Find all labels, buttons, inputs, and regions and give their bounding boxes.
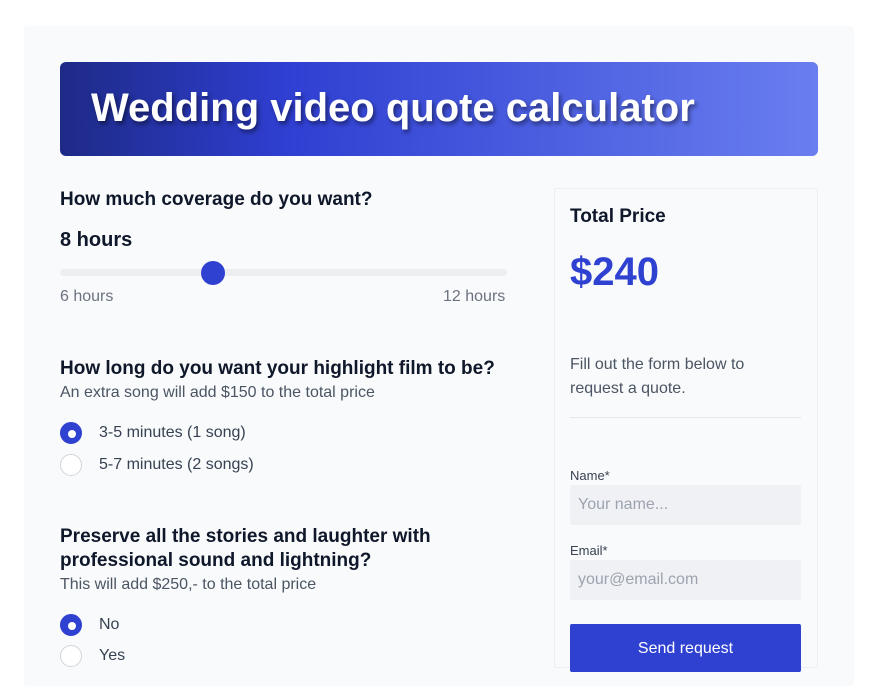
total-price-value: $240 (570, 250, 659, 294)
quote-instructions: Fill out the form below to request a quo… (570, 356, 745, 397)
radio-label: Yes (99, 647, 126, 664)
total-price-label: Total Price (570, 206, 666, 227)
sound-question-line2: professional sound and lightning? (60, 550, 372, 571)
highlight-question: How long do you want your highlight film… (60, 358, 495, 379)
coverage-slider-thumb[interactable] (201, 261, 225, 285)
radio-button[interactable] (60, 454, 82, 476)
sound-option-no[interactable]: No (60, 612, 119, 638)
sound-subtitle: This will add $250,- to the total price (60, 576, 317, 593)
slider-min-label: 6 hours (60, 288, 114, 305)
radio-label: 3-5 minutes (1 song) (99, 424, 246, 441)
highlight-option-2[interactable]: 5-7 minutes (2 songs) (60, 452, 254, 478)
name-label: Name* (570, 468, 610, 483)
radio-button[interactable] (60, 422, 82, 444)
coverage-question: How much coverage do you want? (60, 189, 373, 210)
name-field[interactable] (570, 485, 801, 525)
radio-button[interactable] (60, 645, 82, 667)
radio-button[interactable] (60, 614, 82, 636)
coverage-value: 8 hours (60, 229, 133, 251)
header-banner: Wedding video quote calculator (60, 62, 818, 156)
coverage-slider-track[interactable] (60, 269, 507, 276)
sound-question-line1: Preserve all the stories and laughter wi… (60, 526, 431, 547)
email-field[interactable] (570, 560, 801, 600)
divider (570, 417, 801, 418)
radio-label: 5-7 minutes (2 songs) (99, 456, 254, 473)
slider-max-label: 12 hours (443, 288, 506, 305)
sound-option-yes[interactable]: Yes (60, 643, 125, 669)
highlight-subtitle: An extra song will add $150 to the total… (60, 384, 375, 401)
email-label: Email* (570, 543, 608, 558)
radio-label: No (99, 616, 120, 633)
highlight-option-1[interactable]: 3-5 minutes (1 song) (60, 420, 246, 446)
page-title: Wedding video quote calculator (91, 86, 695, 130)
send-request-button[interactable]: Send request (570, 624, 801, 672)
